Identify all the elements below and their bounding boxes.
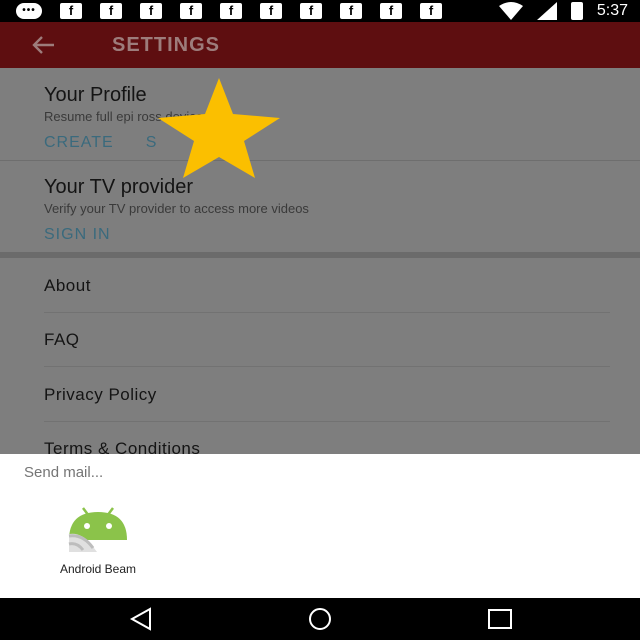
facebook-icon: f — [100, 3, 122, 19]
divider — [44, 366, 610, 367]
facebook-icon: f — [340, 3, 362, 19]
notification-icons: ••• f f f f f f f f f f — [0, 3, 442, 19]
battery-icon — [570, 2, 583, 20]
tv-provider-sign-in-button[interactable]: SIGN IN — [44, 226, 111, 244]
home-nav-icon[interactable] — [307, 607, 333, 631]
facebook-icon: f — [420, 3, 442, 19]
share-target-label: Android Beam — [59, 562, 137, 576]
section-divider — [0, 252, 640, 258]
menu-item-privacy-policy[interactable]: Privacy Policy — [44, 385, 610, 405]
share-target-android-beam[interactable]: Android Beam — [40, 504, 156, 576]
tv-provider-title: Your TV provider — [44, 176, 193, 198]
star-icon — [158, 78, 280, 178]
back-arrow-icon[interactable] — [30, 32, 56, 58]
facebook-icon: f — [180, 3, 202, 19]
settings-content: Your Profile Resume full epi ross device… — [0, 68, 640, 454]
android-beam-icon — [68, 507, 127, 552]
message-icon: ••• — [16, 3, 42, 19]
sign-in-profile-button[interactable]: S — [146, 134, 158, 152]
menu-item-about[interactable]: About — [44, 276, 610, 296]
divider — [44, 312, 610, 313]
status-bar: ••• f f f f f f f f f f 5:37 — [0, 0, 640, 22]
signal-icon — [536, 2, 557, 20]
divider — [44, 421, 610, 422]
clock: 5:37 — [596, 2, 628, 19]
create-profile-button[interactable]: CREATE — [44, 134, 114, 152]
facebook-icon: f — [140, 3, 162, 19]
navigation-bar — [0, 598, 640, 640]
facebook-icon: f — [260, 3, 282, 19]
recents-nav-icon[interactable] — [487, 607, 513, 631]
menu-item-faq[interactable]: FAQ — [44, 330, 610, 350]
divider — [0, 160, 640, 161]
facebook-icon: f — [380, 3, 402, 19]
profile-section: Your Profile Resume full epi ross device… — [0, 84, 640, 152]
menu-item-terms[interactable]: Terms & Conditions — [44, 439, 610, 454]
share-sheet: Send mail... Android Beam — [0, 454, 640, 598]
page-title: SETTINGS — [112, 33, 221, 56]
wifi-icon — [498, 2, 523, 20]
back-nav-icon[interactable] — [128, 607, 154, 631]
app-bar: SETTINGS — [0, 22, 640, 68]
tv-provider-section: Your TV provider Verify your TV provider… — [0, 176, 640, 244]
facebook-icon: f — [220, 3, 242, 19]
profile-description: Resume full epi ross devices — [44, 109, 210, 124]
share-sheet-title: Send mail... — [24, 464, 104, 481]
profile-title: Your Profile — [44, 84, 147, 106]
facebook-icon: f — [300, 3, 322, 19]
tv-provider-description: Verify your TV provider to access more v… — [44, 201, 309, 216]
facebook-icon: f — [60, 3, 82, 19]
